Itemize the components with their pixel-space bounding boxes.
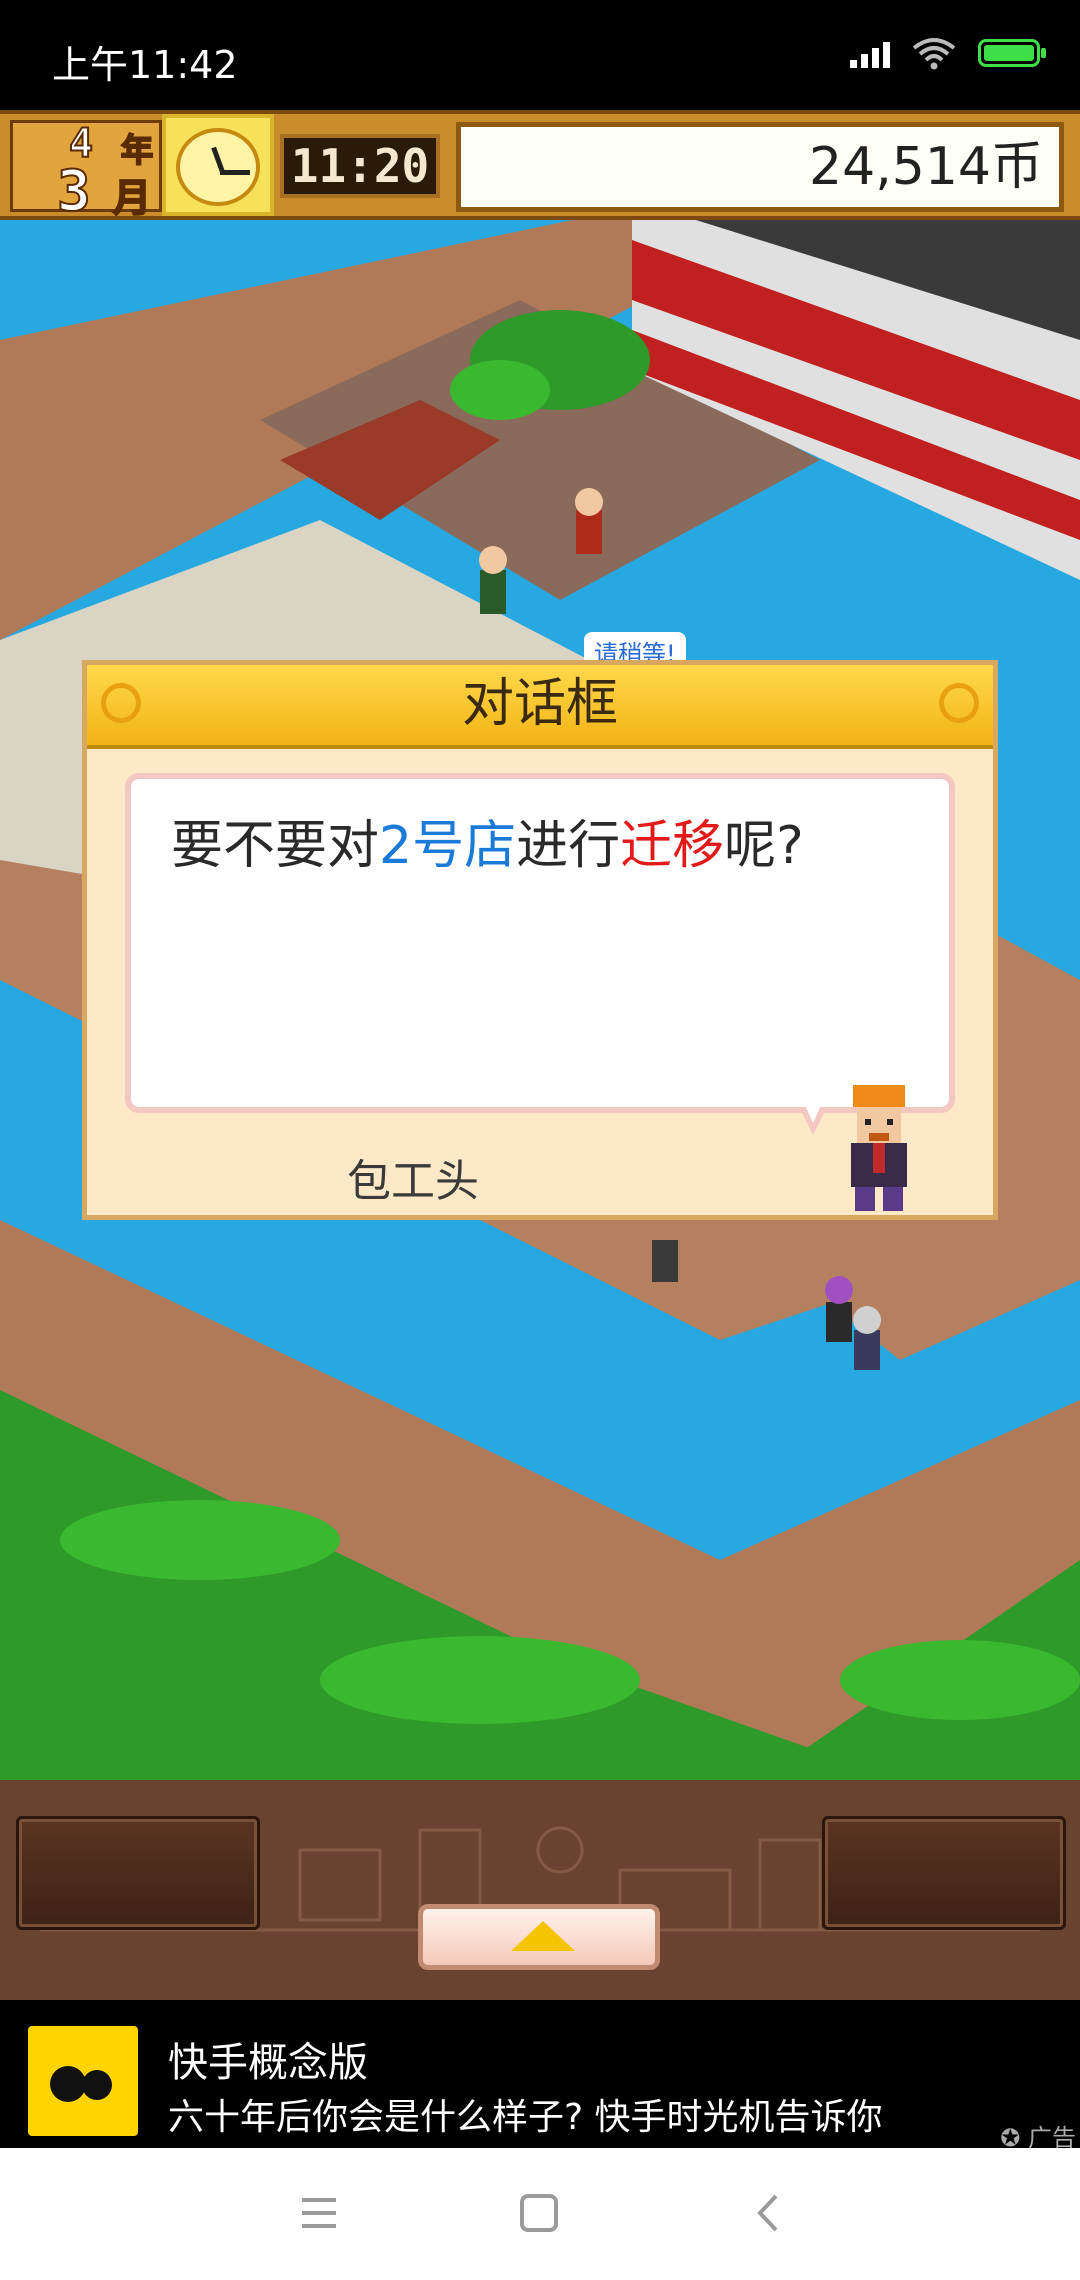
- status-time: 上午11:42: [52, 43, 238, 87]
- analog-clock-icon: [176, 128, 260, 206]
- wifi-icon: [912, 38, 956, 70]
- ad-banner[interactable]: 快手概念版 六十年后你会是什么样子? 快手时光机告诉你 ✪ 广告: [0, 2000, 1080, 2152]
- dialog-box[interactable]: 对话框 要不要对2号店进行迁移呢? 包工头: [82, 660, 998, 1220]
- status-icons: [850, 36, 1046, 70]
- battery-charging-icon: [978, 39, 1046, 67]
- cellular-signal-icon: [850, 38, 890, 68]
- expand-menu-button[interactable]: [418, 1904, 660, 1970]
- message-action: 迁移: [620, 816, 725, 876]
- swirl-ornament-icon: [101, 683, 141, 723]
- swirl-ornament-icon: [939, 683, 979, 723]
- system-nav-bar: [0, 2148, 1080, 2280]
- dialog-title: 对话框: [461, 674, 618, 734]
- speech-bubble: 要不要对2号店进行迁移呢?: [125, 773, 955, 1135]
- menu-icon[interactable]: [296, 2190, 342, 2236]
- dialog-message: 要不要对2号店进行迁移呢?: [171, 803, 804, 878]
- left-menu-button[interactable]: [16, 1816, 260, 1930]
- message-part2: 进行: [516, 816, 621, 876]
- kuaishou-logo: [28, 2026, 138, 2136]
- date-panel[interactable]: 4 年 3 月: [10, 120, 162, 225]
- message-store: 2号店: [379, 816, 517, 876]
- status-bar: 上午11:42: [0, 0, 1080, 110]
- right-menu-button[interactable]: [822, 1816, 1066, 1930]
- clock-panel[interactable]: [162, 114, 274, 216]
- year-unit: 年: [120, 130, 154, 170]
- message-part3: 呢?: [724, 816, 804, 876]
- foreman-avatar: [851, 1085, 907, 1211]
- ad-description: 六十年后你会是什么样子? 快手时光机告诉你: [168, 2097, 883, 2138]
- bubble-tail: [799, 1103, 827, 1135]
- message-part1: 要不要对: [171, 816, 380, 876]
- month-unit: 月: [112, 175, 152, 221]
- speaker-name: 包工头: [347, 1156, 479, 1207]
- money-display: 24,514币: [456, 122, 1064, 212]
- home-square-icon[interactable]: [516, 2190, 562, 2236]
- game-time: 11:20: [280, 134, 440, 198]
- dialog-title-bar: 对话框: [87, 665, 993, 749]
- up-triangle-icon: [511, 1921, 575, 1951]
- game-hud: 4 年 3 月 11:20 24,514币: [0, 110, 1080, 225]
- bottom-menu: [0, 1780, 1080, 2000]
- back-chevron-icon[interactable]: [746, 2190, 792, 2236]
- month-value: 3: [56, 158, 92, 225]
- ad-title: 快手概念版: [168, 2040, 368, 2086]
